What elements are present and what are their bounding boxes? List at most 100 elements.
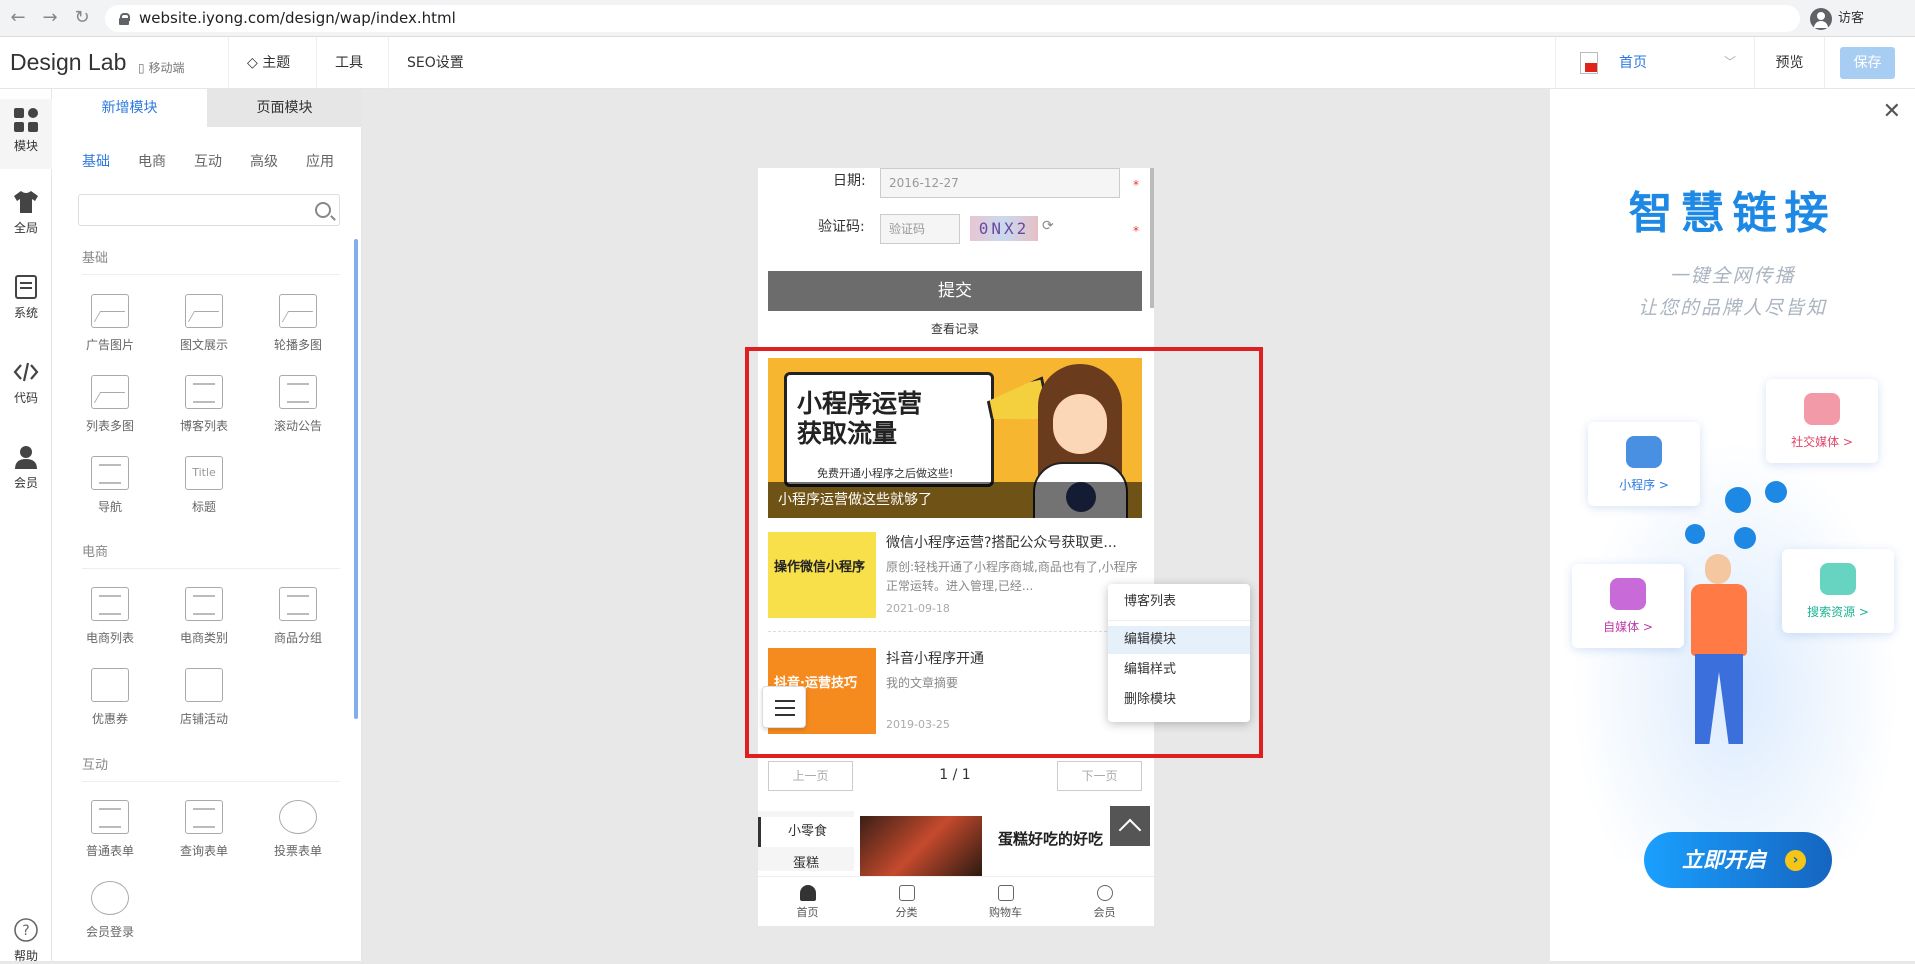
module-form[interactable]: 普通表单 <box>70 800 150 859</box>
module-blog-list[interactable]: 博客列表 <box>164 375 244 434</box>
required-mark: * <box>1133 178 1139 192</box>
social-icon <box>1804 393 1840 425</box>
search-icon[interactable] <box>315 202 331 218</box>
menu-item-delete-module[interactable]: 删除模块 <box>1108 686 1250 714</box>
date-label: 日期: <box>833 173 866 189</box>
close-icon[interactable]: ✕ <box>1883 99 1901 124</box>
submit-button[interactable]: 提交 <box>768 271 1142 311</box>
gallery-icon <box>91 375 129 409</box>
module-member-login[interactable]: 会员登录 <box>70 881 150 940</box>
menu-seo[interactable]: SEO设置 <box>388 37 482 89</box>
announcement-icon <box>279 375 317 409</box>
date-field[interactable]: 2016-12-27 <box>880 168 1120 198</box>
preview-button[interactable]: 预览 <box>1755 37 1825 89</box>
guest-label: 访客 <box>1838 11 1865 26</box>
module-ecom-list[interactable]: 电商列表 <box>70 587 150 646</box>
product-title[interactable]: 蛋糕好吃的好吃 <box>998 828 1103 849</box>
rail-item-code[interactable]: 代码 <box>0 359 52 406</box>
menu-tools[interactable]: 工具 <box>316 37 381 89</box>
promo-card-social[interactable]: 社交媒体 > <box>1766 379 1878 463</box>
subtab-apps[interactable]: 应用 <box>306 151 334 171</box>
reload-icon[interactable]: ↻ <box>72 8 92 28</box>
carousel-icon <box>279 294 317 328</box>
phone-scrollbar[interactable] <box>1150 168 1154 308</box>
context-menu: 博客列表 编辑模块 编辑样式 删除模块 <box>1108 584 1250 722</box>
check-icon <box>279 800 317 834</box>
forward-icon[interactable]: → <box>40 8 60 28</box>
app-header: Design Lab ▯ 移动端 ◇ 主题 工具 SEO设置 首页 ﹀ 预览 保… <box>0 37 1915 89</box>
svg-text:?: ? <box>22 923 29 939</box>
module-search-input[interactable] <box>78 194 340 226</box>
menu-item-edit-style[interactable]: 编辑样式 <box>1108 656 1250 684</box>
member-icon <box>1096 885 1113 901</box>
document-icon <box>15 275 37 299</box>
subtab-basic[interactable]: 基础 <box>82 151 110 171</box>
start-now-button[interactable]: 立即开启 › <box>1644 832 1832 888</box>
promo-card-miniprogram[interactable]: 小程序 > <box>1588 422 1700 506</box>
nav-cart[interactable]: 购物车 <box>956 877 1055 920</box>
panel-scrollbar[interactable] <box>354 239 358 719</box>
nav-member[interactable]: 会员 <box>1055 877 1154 920</box>
module-ad-image[interactable]: 广告图片 <box>70 294 150 353</box>
module-store-event[interactable]: 店铺活动 <box>164 668 244 727</box>
captcha-field[interactable]: 验证码 <box>880 214 960 244</box>
group-basic-label: 基础 <box>82 247 340 275</box>
page-selector[interactable]: 首页 ﹀ <box>1555 37 1755 89</box>
form-icon <box>91 800 129 834</box>
rail-item-system[interactable]: 系统 <box>0 274 52 321</box>
menu-item-edit-module[interactable]: 编辑模块 <box>1108 626 1250 654</box>
avatar-icon <box>1810 8 1832 30</box>
promo-card-search[interactable]: 搜索资源 > <box>1782 549 1894 633</box>
mobile-mode-label[interactable]: ▯ 移动端 <box>138 59 184 76</box>
refresh-icon[interactable]: ⟳ <box>1042 218 1054 234</box>
module-coupon[interactable]: 优惠券 <box>70 668 150 727</box>
coupon-icon <box>91 668 129 702</box>
module-carousel[interactable]: 轮播多图 <box>258 294 338 353</box>
back-to-top-button[interactable] <box>1110 806 1150 846</box>
rail-item-help[interactable]: ? 帮助 <box>0 917 52 964</box>
module-image-text[interactable]: 图文展示 <box>164 294 244 353</box>
query-form-icon <box>185 800 223 834</box>
captcha-image[interactable]: 0NX2 <box>970 216 1038 241</box>
tab-page-module[interactable]: 页面模块 <box>207 89 362 127</box>
menu-theme[interactable]: ◇ 主题 <box>228 37 308 89</box>
category-item[interactable]: 蛋糕 <box>758 853 854 875</box>
module-title[interactable]: Title 标题 <box>164 456 244 515</box>
module-query-form[interactable]: 查询表单 <box>164 800 244 859</box>
module-list-images[interactable]: 列表多图 <box>70 375 150 434</box>
rail-item-global[interactable]: 全局 <box>0 189 52 236</box>
subtab-interactive[interactable]: 互动 <box>194 151 222 171</box>
arrow-right-icon: › <box>1785 850 1806 871</box>
address-bar[interactable]: website.iyong.com/design/wap/index.html <box>105 5 1800 32</box>
module-navigation[interactable]: 导航 <box>70 456 150 515</box>
search-icon <box>1820 563 1856 595</box>
rail-item-modules[interactable]: 模块 <box>0 99 52 169</box>
list-icon <box>185 375 223 409</box>
grid-icon <box>898 885 915 901</box>
category-icon <box>185 587 223 621</box>
promo-card-media[interactable]: 自媒体 > <box>1572 564 1684 648</box>
image-icon <box>91 294 129 328</box>
nav-home[interactable]: 首页 <box>758 877 857 920</box>
help-icon: ? <box>14 918 38 942</box>
rail-item-members[interactable]: 会员 <box>0 444 52 491</box>
molecule-node <box>1734 527 1756 549</box>
module-ecom-category[interactable]: 电商类别 <box>164 587 244 646</box>
store-icon <box>185 668 223 702</box>
view-records-link[interactable]: 查看记录 <box>758 320 1152 337</box>
product-image[interactable] <box>860 816 982 876</box>
save-button[interactable]: 保存 <box>1840 47 1895 79</box>
subtab-ecommerce[interactable]: 电商 <box>138 151 166 171</box>
module-product-group[interactable]: 商品分组 <box>258 587 338 646</box>
tab-add-module[interactable]: 新增模块 <box>52 89 207 127</box>
next-page-button[interactable]: 下一页 <box>1057 761 1142 791</box>
ecom-list-icon <box>91 587 129 621</box>
back-icon[interactable]: ← <box>8 8 28 28</box>
profile-button[interactable]: 访客 <box>1810 7 1864 31</box>
category-item[interactable]: 小零食 <box>758 817 854 847</box>
subtab-advanced[interactable]: 高级 <box>250 151 278 171</box>
module-vote-form[interactable]: 投票表单 <box>258 800 338 859</box>
nav-category[interactable]: 分类 <box>857 877 956 920</box>
module-marquee[interactable]: 滚动公告 <box>258 375 338 434</box>
promo-panel: ✕ 智慧链接 一键全网传播 让您的品牌人尽皆知 小程序 > 社交媒体 > 自媒体… <box>1550 89 1915 961</box>
